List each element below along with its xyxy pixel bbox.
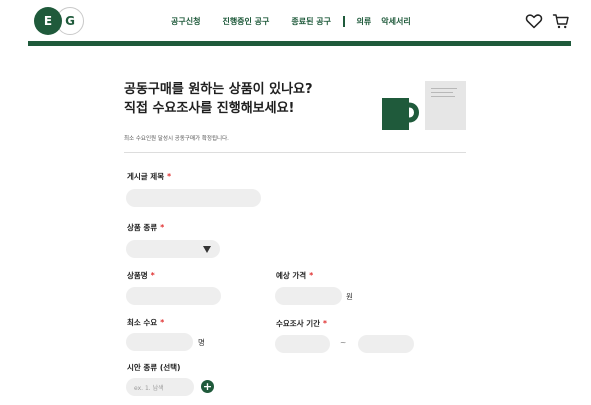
header-divider-bar	[28, 41, 571, 46]
product-name-label: 상품명 *	[127, 270, 155, 281]
min-demand-label-text: 최소 수요	[127, 318, 158, 327]
dropdown-arrow-icon	[203, 246, 211, 253]
heading-line-1: 공동구매를 원하는 상품이 있나요?	[124, 82, 313, 97]
expected-price-label-text: 예상 가격	[276, 271, 307, 280]
nav-item-ongoing[interactable]: 진행중인 공구	[222, 16, 269, 27]
nav-divider	[343, 15, 345, 27]
category-select[interactable]	[126, 240, 220, 258]
page-heading: 공동구매를 원하는 상품이 있나요? 직접 수요조사를 진행해보세요!	[124, 80, 313, 118]
survey-period-label-text: 수요조사 기간	[276, 319, 321, 328]
category-label-text: 상품 종류	[127, 223, 158, 232]
required-mark: *	[160, 318, 165, 327]
option-type-input[interactable]: ex. 1. 남색	[126, 378, 194, 396]
required-mark: *	[309, 271, 314, 280]
site-header: G E 공구신청 진행중인 공구 종료된 공구 의류 악세서리	[0, 0, 591, 42]
price-unit: 원	[346, 292, 353, 301]
expected-price-label: 예상 가격 *	[276, 270, 313, 281]
add-option-button[interactable]: +	[201, 380, 214, 393]
survey-start-input[interactable]	[275, 335, 330, 353]
required-mark: *	[323, 319, 327, 328]
nav-item-clothing[interactable]: 의류	[357, 16, 372, 27]
period-separator: ~	[340, 338, 347, 347]
required-mark: *	[150, 271, 155, 280]
survey-end-input[interactable]	[358, 335, 414, 353]
logo-letter-e: E	[34, 7, 62, 35]
logo[interactable]: G E	[34, 7, 88, 35]
nav-item-finished[interactable]: 종료된 공구	[291, 16, 331, 27]
nav-item-apply[interactable]: 공구신청	[171, 16, 200, 27]
heading-line-2: 직접 수요조사를 진행해보세요!	[124, 101, 295, 116]
mug-icon	[382, 98, 419, 130]
option-type-label: 시안 종류 (선택)	[127, 363, 181, 372]
post-title-input[interactable]	[126, 189, 261, 207]
heart-icon[interactable]	[525, 12, 543, 30]
cart-icon[interactable]	[552, 12, 570, 30]
document-icon	[425, 81, 466, 130]
demand-unit: 명	[198, 338, 205, 347]
min-demand-input[interactable]	[126, 333, 193, 351]
product-name-input[interactable]	[126, 287, 221, 305]
category-label: 상품 종류 *	[127, 222, 164, 233]
expected-price-input[interactable]	[275, 287, 342, 305]
intro-subtext: 최소 수요인원 달성시 공동구매가 확정됩니다.	[124, 136, 229, 142]
min-demand-label: 최소 수요 *	[127, 317, 164, 328]
main-nav: 공구신청 진행중인 공구 종료된 공구 의류 악세서리	[171, 14, 411, 28]
product-name-label-text: 상품명	[127, 271, 148, 280]
post-title-label: 게시글 제목 *	[127, 171, 171, 182]
required-mark: *	[160, 223, 165, 232]
survey-period-label: 수요조사 기간 *	[276, 318, 327, 329]
option-type-placeholder: ex. 1. 남색	[134, 385, 164, 392]
required-mark: *	[167, 172, 172, 181]
nav-item-accessories[interactable]: 악세서리	[381, 16, 410, 27]
intro-divider	[124, 152, 466, 153]
post-title-label-text: 게시글 제목	[127, 172, 165, 181]
